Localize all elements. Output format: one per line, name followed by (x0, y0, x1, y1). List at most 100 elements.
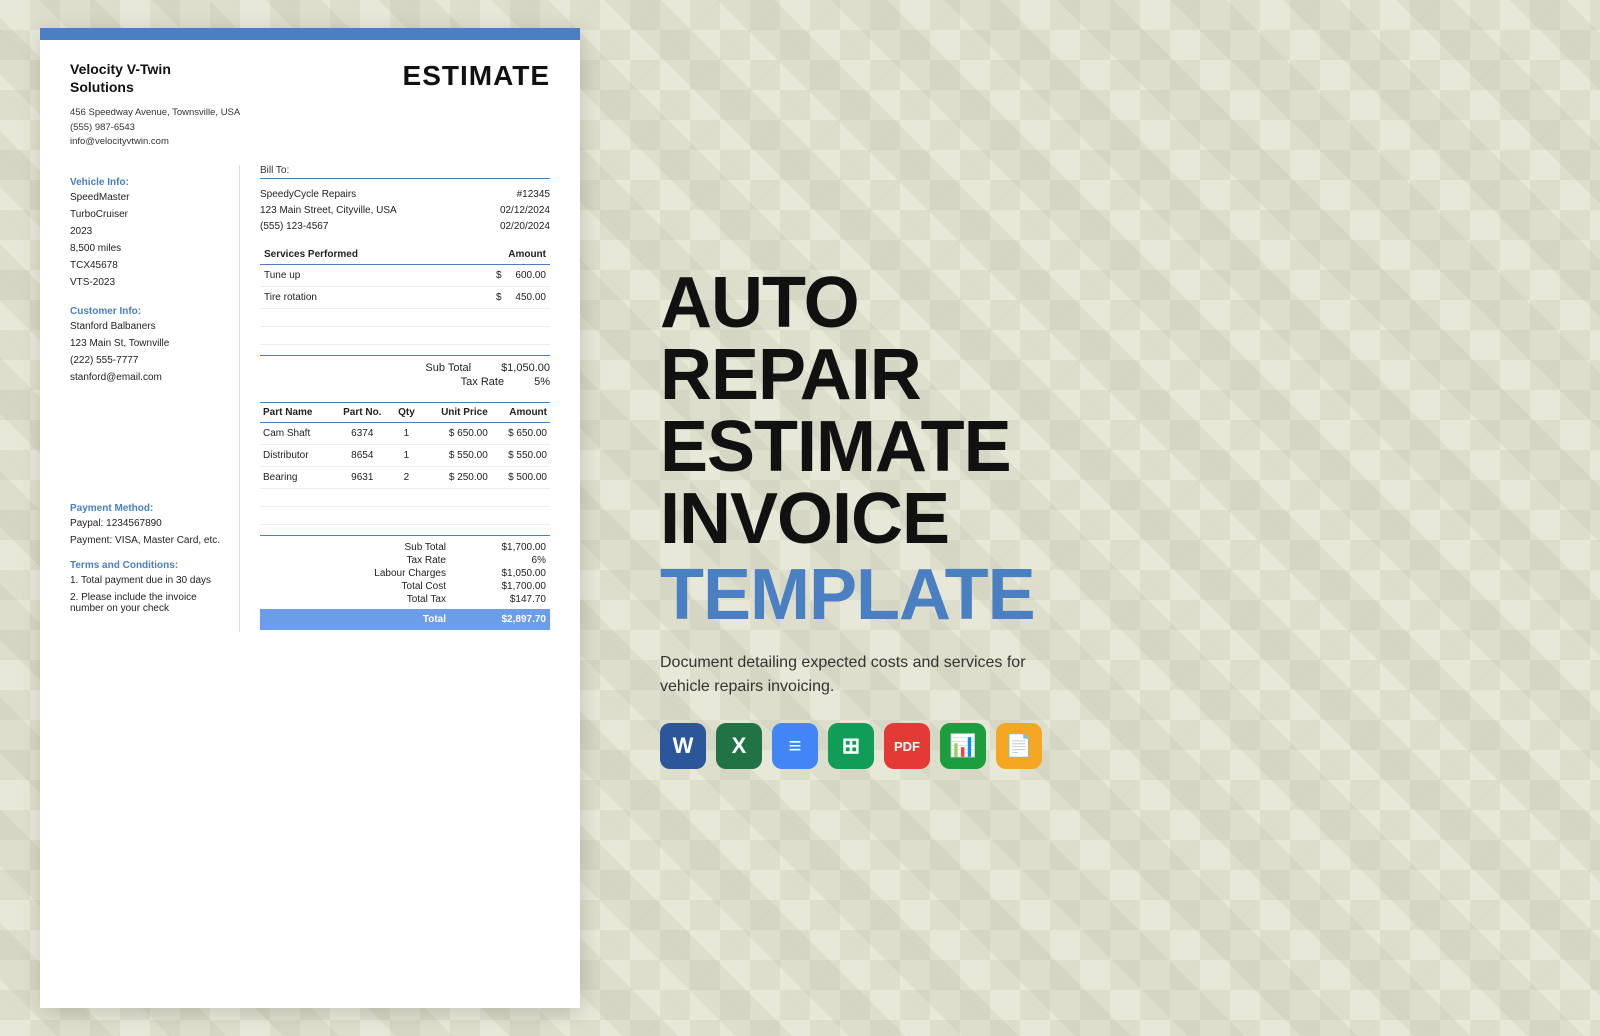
customer-info-label: Customer Info: (70, 306, 225, 317)
table-row (260, 309, 550, 327)
terms-label: Terms and Conditions: (70, 560, 225, 571)
part-amount-2: $ 550.00 (491, 445, 550, 467)
terms-line1: 1. Total payment due in 30 days (70, 575, 225, 586)
payment-label: Payment Method: (70, 503, 225, 514)
right-column: Bill To: SpeedyCycle Repairs 123 Main St… (260, 165, 550, 632)
totals-tax-label: Total Tax (346, 594, 446, 605)
promo-line4: INVOICE (660, 483, 1560, 555)
totals-grand-total-row: Total $2,897.70 (260, 609, 550, 630)
two-col-layout: Vehicle Info: SpeedMaster TurboCruiser 2… (70, 165, 550, 632)
service-amount-1: $ 600.00 (445, 265, 550, 287)
table-row: Distributor 8654 1 $ 550.00 $ 550.00 (260, 445, 550, 467)
invoice-no: #12345 (500, 187, 550, 203)
totals-taxrate-label: Tax Rate (346, 555, 446, 566)
totals-labour-value: $1,050.00 (476, 568, 546, 579)
part-qty-3: 2 (392, 467, 422, 489)
promo-title-block: AUTO REPAIR ESTIMATE INVOICE TEMPLATE (660, 267, 1560, 631)
pages-icon: 📄 (996, 723, 1042, 769)
client-name: SpeedyCycle Repairs (260, 187, 397, 203)
totals-cost-value: $1,700.00 (476, 581, 546, 592)
promo-line3: ESTIMATE (660, 411, 1560, 483)
part-qty-1: 1 (392, 423, 422, 445)
part-name-3: Bearing (260, 467, 333, 489)
taxrate-value: 5% (534, 376, 550, 388)
parts-header-qty: Qty (392, 403, 422, 423)
final-totals: Sub Total $1,700.00 Tax Rate 6% Labour C… (260, 535, 550, 630)
parts-header-name: Part Name (260, 403, 333, 423)
company-street: 456 Speedway Avenue, Townsville, USA (70, 106, 240, 120)
part-name-1: Cam Shaft (260, 423, 333, 445)
services-table: Services Performed Amount Tune up $ 600.… (260, 245, 550, 345)
totals-cost-label: Total Cost (346, 581, 446, 592)
promo-description: Document detailing expected costs and se… (660, 651, 1040, 699)
bill-to-section: Bill To: SpeedyCycle Repairs 123 Main St… (260, 165, 550, 235)
part-qty-2: 1 (392, 445, 422, 467)
bill-to-divider (260, 178, 550, 179)
totals-grand-label: Total (346, 614, 446, 625)
date2: 02/20/2024 (500, 219, 550, 235)
doc-header: Velocity V-Twin Solutions 456 Speedway A… (70, 60, 550, 149)
top-bar (40, 28, 580, 40)
subtotal-label: Sub Total (425, 362, 471, 374)
subtotal-value: $1,050.00 (501, 362, 550, 374)
company-info: Velocity V-Twin Solutions 456 Speedway A… (70, 60, 240, 149)
customer-address: 123 Main St, Townville (70, 338, 225, 349)
table-row: Bearing 9631 2 $ 250.00 $ 500.00 (260, 467, 550, 489)
totals-subtotal-label: Sub Total (346, 542, 446, 553)
part-name-2: Distributor (260, 445, 333, 467)
vehicle-make: SpeedMaster (70, 192, 225, 203)
parts-header-price: Unit Price (421, 403, 490, 423)
service-name-1: Tune up (260, 265, 445, 287)
part-amount-3: $ 500.00 (491, 467, 550, 489)
customer-name: Stanford Balbaners (70, 321, 225, 332)
invoice-document: Velocity V-Twin Solutions 456 Speedway A… (40, 28, 580, 1008)
bill-to-label: Bill To: (260, 165, 550, 176)
services-subtotal: Sub Total $1,050.00 Tax Rate 5% (260, 355, 550, 388)
bill-to-right: #12345 02/12/2024 02/20/2024 (500, 187, 550, 235)
table-row (260, 327, 550, 345)
table-row: Tune up $ 600.00 (260, 265, 550, 287)
company-email: info@velocityvtwin.com (70, 135, 240, 149)
estimate-title: ESTIMATE (403, 60, 550, 92)
part-price-3: $ 250.00 (421, 467, 490, 489)
terms-line2: 2. Please include the invoice number on … (70, 592, 225, 614)
promo-line2: REPAIR (660, 339, 1560, 411)
totals-subtotal-value: $1,700.00 (476, 542, 546, 553)
totals-tax-value: $147.70 (476, 594, 546, 605)
vehicle-model: TurboCruiser (70, 209, 225, 220)
payment-cards: Payment: VISA, Master Card, etc. (70, 535, 225, 546)
word-icon: W (660, 723, 706, 769)
company-address: 456 Speedway Avenue, Townsville, USA (55… (70, 106, 240, 149)
table-row: Tire rotation $ 450.00 (260, 287, 550, 309)
client-phone: (555) 123-4567 (260, 219, 397, 235)
client-address: 123 Main Street, Cityville, USA (260, 203, 397, 219)
promo-subtitle: TEMPLATE (660, 559, 1560, 631)
totals-subtotal-row: Sub Total $1,700.00 (260, 542, 550, 553)
google-sheets-icon: ⊞ (828, 723, 874, 769)
services-header-name: Services Performed (260, 245, 445, 265)
totals-tax-row: Total Tax $147.70 (260, 594, 550, 605)
totals-labour-label: Labour Charges (346, 568, 446, 579)
services-header-amount: Amount (445, 245, 550, 265)
table-row: Cam Shaft 6374 1 $ 650.00 $ 650.00 (260, 423, 550, 445)
parts-table: Part Name Part No. Qty Unit Price Amount… (260, 402, 550, 525)
totals-taxrate-row: Tax Rate 6% (260, 555, 550, 566)
vehicle-plate: VTS-2023 (70, 277, 225, 288)
part-no-2: 8654 (333, 445, 391, 467)
part-amount-1: $ 650.00 (491, 423, 550, 445)
pdf-icon: PDF (884, 723, 930, 769)
part-no-3: 9631 (333, 467, 391, 489)
totals-grand-value: $2,897.70 (476, 614, 546, 625)
taxrate-label: Tax Rate (461, 376, 504, 388)
vehicle-year: 2023 (70, 226, 225, 237)
company-phone: (555) 987-6543 (70, 121, 240, 135)
taxrate-row: Tax Rate 5% (260, 376, 550, 388)
subtotal-row: Sub Total $1,050.00 (260, 362, 550, 374)
customer-phone: (222) 555-7777 (70, 355, 225, 366)
totals-cost-row: Total Cost $1,700.00 (260, 581, 550, 592)
table-row (260, 507, 550, 525)
part-price-2: $ 550.00 (421, 445, 490, 467)
left-column: Vehicle Info: SpeedMaster TurboCruiser 2… (70, 165, 240, 632)
app-icons-row: W X ≡ ⊞ PDF 📊 📄 (660, 723, 1560, 769)
bill-to-left: SpeedyCycle Repairs 123 Main Street, Cit… (260, 187, 397, 235)
